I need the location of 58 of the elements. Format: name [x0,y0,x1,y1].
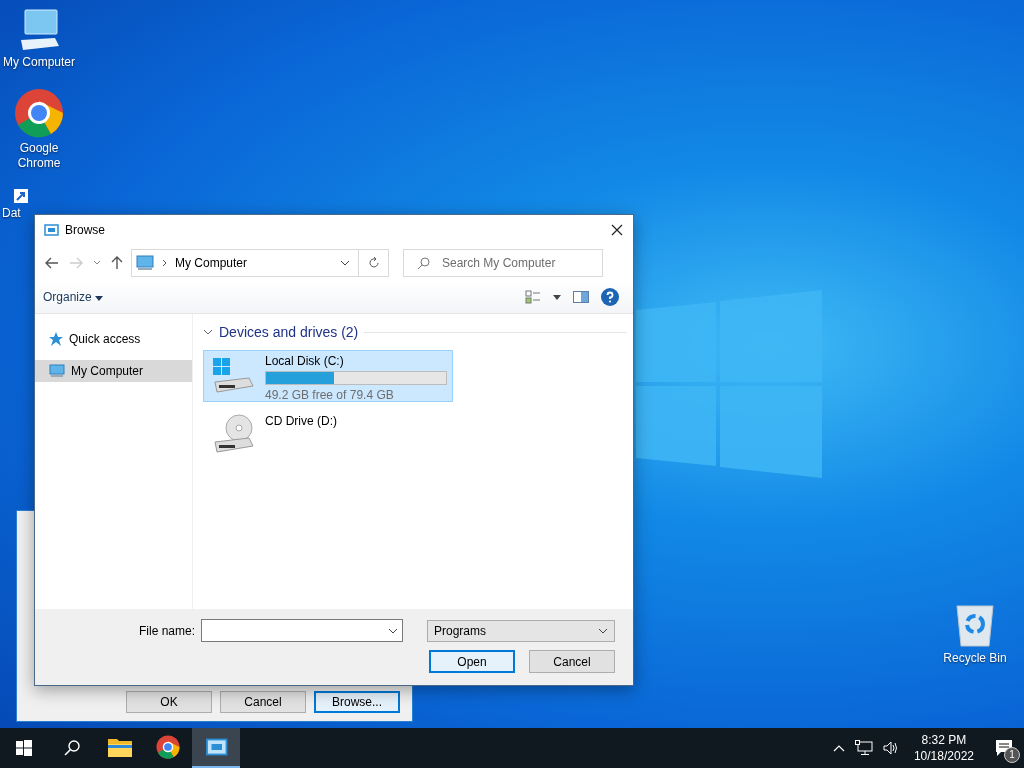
dialog-button[interactable]: Cancel [220,691,306,713]
shortcut-arrow-icon[interactable] [14,189,28,203]
refresh-icon [367,257,380,269]
drive-name: CD Drive (D:) [265,414,338,428]
taskbar-app[interactable] [192,728,240,768]
close-icon[interactable] [611,224,623,236]
preview-pane-icon[interactable] [573,291,589,303]
desktop-icon-label[interactable]: Recycle Bin [943,651,1007,666]
drive-name: Local Disk (C:) [265,354,345,368]
dialog-button[interactable]: Cancel [529,650,615,673]
desktop-icon-label[interactable]: My Computer [3,55,75,70]
chevron-down-icon[interactable] [340,260,350,266]
dialog-button[interactable]: Open [429,650,515,673]
network-icon[interactable] [854,740,873,756]
search-icon [417,257,430,270]
chrome-icon [156,735,180,759]
view-options-icon[interactable] [525,290,541,304]
dropdown-arrow-icon[interactable] [553,294,561,300]
chevron-up-icon[interactable] [832,744,845,752]
app-icon [43,224,59,236]
chevron-icon[interactable] [203,329,213,335]
free-space-text: 49.2 GB free of 79.4 GB [265,388,395,402]
nav-item[interactable]: My Computer [35,360,192,382]
chevron-down-icon [598,627,608,634]
file-type-dropdown[interactable]: Programs [427,619,615,642]
notification-count: 1 [1004,747,1020,763]
desktop-icon-label[interactable]: Google Chrome [12,141,66,171]
dialog-button[interactable]: OK [126,691,212,713]
clock[interactable]: 8:32 PM 10/18/2022 [913,732,974,764]
app-icon [204,738,228,756]
up-arrow-icon[interactable] [111,256,123,270]
chrome-icon[interactable] [14,88,64,138]
file-name-field[interactable] [201,619,403,642]
desktop-icon-label[interactable]: Dat [2,206,21,221]
group-heading[interactable]: Devices and drives (2) [219,324,359,340]
back-arrow-icon[interactable] [45,257,59,269]
address-bar[interactable]: My Computer [131,249,359,277]
dialog-button[interactable]: Browse... [314,691,400,713]
file-name-label: File name: [138,623,195,638]
help-icon[interactable] [601,288,619,306]
chevron-down-icon[interactable] [388,627,398,634]
search-field[interactable]: Search My Computer [403,249,603,277]
breadcrumb-separator-icon [162,259,167,267]
dropdown-arrow-icon [95,296,104,301]
notification-button[interactable]: 1 [984,728,1024,768]
folder-icon [108,737,132,757]
star-icon [49,332,63,346]
computer-icon [136,255,154,271]
window-title: Browse [65,223,106,237]
search-icon [64,740,80,756]
volume-icon[interactable] [882,741,899,755]
drive-item[interactable]: CD Drive (D:) [203,410,453,462]
organize-menu[interactable]: Organize [43,290,104,304]
computer-icon [49,364,65,378]
drive-item[interactable]: Local Disk (C:) 49.2 GB free of 79.4 GB [203,350,453,402]
windows-icon [16,740,32,756]
nav-item[interactable]: Quick access [35,328,192,350]
recycle-bin-icon[interactable] [955,602,995,648]
